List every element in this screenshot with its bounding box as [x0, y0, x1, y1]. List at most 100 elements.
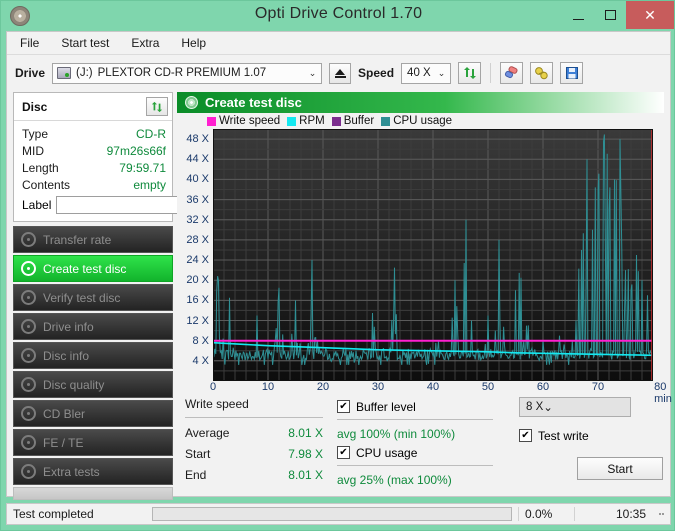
- drive-toolbar: Drive (J:) PLEXTOR CD-R PREMIUM 1.07 ⌄ S…: [7, 55, 670, 91]
- eraser-icon: [504, 66, 518, 79]
- stat-key: Start: [185, 446, 211, 461]
- maximize-button[interactable]: [594, 1, 626, 29]
- legend-swatch: [287, 116, 297, 126]
- toolbar-divider: [490, 63, 492, 83]
- legend-swatch: [207, 116, 216, 126]
- divider: [337, 419, 493, 420]
- sidebar-item-label: FE / TE: [43, 435, 84, 450]
- menu-file[interactable]: File: [17, 34, 42, 52]
- sidebar-item-extra-tests[interactable]: Extra tests: [13, 458, 173, 485]
- sidebar-item-transfer-rate[interactable]: Transfer rate: [13, 226, 173, 253]
- disc-icon: [185, 96, 198, 109]
- chart-plot: [213, 129, 653, 381]
- minimize-button[interactable]: [562, 1, 594, 29]
- drive-icon: [57, 67, 72, 79]
- stats-area: Write speed Average 8.01 X Start 7.98 X …: [177, 391, 664, 489]
- write-speed-header: Write speed: [185, 397, 249, 411]
- disc-panel-title: Disc: [22, 99, 48, 114]
- write-speed-select[interactable]: 8 X ⌄: [519, 397, 631, 417]
- legend-label: CPU usage: [393, 115, 453, 127]
- refresh-icon: [151, 101, 163, 112]
- chevron-down-icon: ⌄: [308, 67, 317, 78]
- disc-refresh-button[interactable]: [146, 97, 168, 116]
- legend-item-cpu-usage: CPU usage: [381, 115, 452, 127]
- disc-row-value: empty: [133, 177, 166, 192]
- refresh-button[interactable]: [458, 62, 482, 84]
- disc-row-key: Type: [22, 126, 49, 141]
- save-button[interactable]: [560, 62, 584, 84]
- chart-y-tick: 48 X: [186, 133, 209, 146]
- eject-icon: [334, 68, 346, 78]
- chart-x-tick: 50: [481, 381, 495, 393]
- chart-y-tick: 16 X: [186, 294, 209, 307]
- sidebar-item-verify-test-disc[interactable]: Verify test disc: [13, 284, 173, 311]
- sidebar-item-fe-te[interactable]: FE / TE: [13, 429, 173, 456]
- sidebar-item-drive-info[interactable]: Drive info: [13, 313, 173, 340]
- legend-label: RPM: [299, 115, 325, 127]
- sidebar-item-label: Verify test disc: [43, 290, 121, 305]
- stat-end: End 8.01 X: [185, 464, 337, 485]
- elapsed-time: 10:35: [574, 507, 654, 521]
- disc-row-value: 97m26s66f: [106, 143, 166, 158]
- menu-start-test[interactable]: Start test: [58, 34, 112, 52]
- menu-help[interactable]: Help: [178, 34, 209, 52]
- chart-y-tick: 8 X: [192, 334, 209, 347]
- disc-panel-header: Disc: [14, 93, 172, 121]
- disc-row-mid: MID 97m26s66f: [22, 142, 166, 159]
- settings-button[interactable]: [530, 62, 554, 84]
- chart-y-tick: 36 X: [186, 193, 209, 206]
- maximize-icon: [604, 10, 616, 20]
- main-area: Disc Type CD-R MID 97m26s66f Length 79:5…: [7, 92, 672, 523]
- disc-icon: [21, 348, 36, 363]
- disc-row-value: CD-R: [136, 126, 166, 141]
- chevron-down-icon: ⌄: [543, 402, 553, 414]
- buffer-cpu-stats: ✔ Buffer level avg 100% (min 100%) ✔ CPU…: [337, 397, 507, 489]
- stat-key: Average: [185, 425, 230, 440]
- plug-icon: [535, 67, 548, 80]
- close-button[interactable]: ✕: [626, 1, 674, 29]
- chart: 4 X 8 X 12 X 16 X 20 X 24 X 28 X 32 X 36 X 40 X 44…: [177, 129, 672, 405]
- legend-label: Write speed: [219, 115, 281, 127]
- client-area: File Start test Extra Help Drive (J:) PL…: [6, 31, 672, 523]
- refresh-icon: [463, 67, 476, 79]
- disc-icon: [21, 377, 36, 392]
- start-button[interactable]: Start: [577, 457, 663, 480]
- buffer-level-checkbox[interactable]: ✔ Buffer level: [337, 397, 507, 416]
- progress-percent: 0.0%: [518, 507, 574, 521]
- drive-name: PLEXTOR CD-R PREMIUM 1.07: [97, 67, 267, 79]
- divider: [337, 465, 493, 466]
- sidebar-item-label: Extra tests: [43, 464, 100, 479]
- cpu-usage-value: avg 25% (max 100%): [337, 472, 452, 487]
- chart-y-tick: 40 X: [186, 173, 209, 186]
- sidebar-item-create-test-disc[interactable]: Create test disc: [13, 255, 173, 282]
- menu-extra[interactable]: Extra: [128, 34, 162, 52]
- cpu-usage-checkbox[interactable]: ✔ CPU usage: [337, 443, 507, 462]
- write-speed-value: 8 X: [526, 401, 544, 413]
- disc-icon: [21, 290, 36, 305]
- speed-select[interactable]: 40 X ⌄: [401, 62, 452, 84]
- disc-icon: [21, 319, 36, 334]
- sidebar-item-disc-quality[interactable]: Disc quality: [13, 371, 173, 398]
- chart-x-tick: 80 min: [654, 381, 672, 405]
- legend-swatch: [381, 116, 391, 126]
- sidebar-item-label: Create test disc: [43, 261, 127, 276]
- eject-button[interactable]: [329, 62, 352, 84]
- stat-value: 8.01 X: [288, 467, 323, 482]
- content-panel: Create test disc Write speed RPM Buffer: [177, 92, 672, 496]
- legend-item-buffer: Buffer: [331, 115, 374, 127]
- drive-select[interactable]: (J:) PLEXTOR CD-R PREMIUM 1.07 ⌄: [52, 62, 323, 84]
- chart-y-tick: 24 X: [186, 254, 209, 267]
- checkbox-mark: ✔: [519, 429, 532, 442]
- sidebar-item-cd-bler[interactable]: CD Bler: [13, 400, 173, 427]
- disc-info-list: Type CD-R MID 97m26s66f Length 79:59.71: [14, 121, 260, 221]
- erase-button[interactable]: [500, 62, 524, 84]
- test-write-checkbox[interactable]: ✔ Test write: [519, 426, 664, 445]
- section-title: Create test disc: [205, 95, 302, 110]
- resize-grip[interactable]: [654, 512, 670, 516]
- disc-row-type: Type CD-R: [22, 125, 166, 142]
- disc-icon: [21, 232, 36, 247]
- disc-icon: [21, 435, 36, 450]
- chart-x-tick: 30: [371, 381, 385, 393]
- stat-average: Average 8.01 X: [185, 422, 337, 443]
- sidebar-item-disc-info[interactable]: Disc info: [13, 342, 173, 369]
